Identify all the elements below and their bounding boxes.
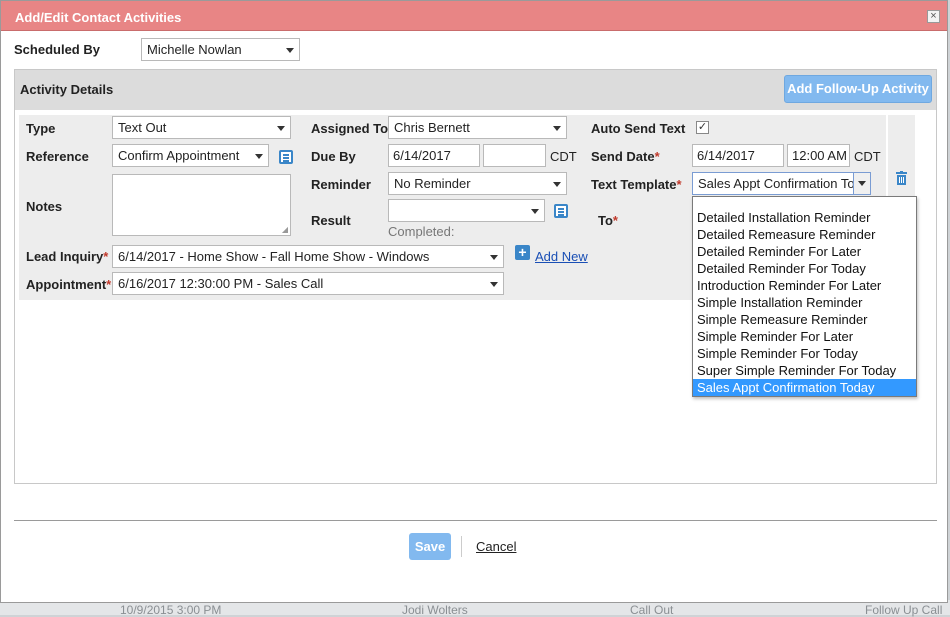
text-template-value: Sales Appt Confirmation Today [698,176,853,191]
type-select[interactable]: Text Out [112,116,291,139]
appointment-label: Appointment* [26,277,112,292]
add-follow-up-activity-button[interactable]: Add Follow-Up Activity [784,75,932,103]
trash-icon[interactable] [896,171,907,185]
dialog-titlebar: Add/Edit Contact Activities × [1,1,947,31]
reminder-value: No Reminder [394,176,471,191]
due-by-time-input[interactable] [483,144,546,167]
send-time-input[interactable]: 12:00 AM [787,144,850,167]
scheduled-by-value: Michelle Nowlan [147,42,242,57]
auto-send-text-label: Auto Send Text [591,121,686,136]
assigned-to-value: Chris Bernett [394,120,470,135]
add-edit-activity-dialog: Add/Edit Contact Activities × Scheduled … [0,0,948,603]
lead-inquiry-label: Lead Inquiry* [26,249,109,264]
save-button[interactable]: Save [409,533,451,560]
result-notes-icon[interactable] [550,202,568,220]
chevron-down-icon [490,255,498,260]
send-date-input[interactable]: 6/14/2017 [692,144,784,167]
dropdown-option[interactable]: Detailed Reminder For Today [693,260,916,277]
footer-separator [461,536,462,557]
activity-details-title: Activity Details [20,82,114,97]
chevron-down-icon [553,126,561,131]
dropdown-option-selected[interactable]: Sales Appt Confirmation Today [693,379,916,396]
appointment-value: 6/16/2017 12:30:00 PM - Sales Call [118,276,324,291]
chevron-down-icon [255,154,263,159]
reference-label: Reference [26,149,89,164]
due-by-date-input[interactable]: 6/14/2017 [388,144,480,167]
send-date-timezone: CDT [854,149,881,164]
close-icon[interactable]: × [927,10,940,23]
dropdown-option[interactable]: Detailed Reminder For Later [693,243,916,260]
due-by-timezone: CDT [550,149,577,164]
assigned-to-select[interactable]: Chris Bernett [388,116,567,139]
reference-select[interactable]: Confirm Appointment [112,144,269,167]
add-new-icon[interactable]: + [515,245,530,260]
cancel-link[interactable]: Cancel [476,539,516,554]
chevron-down-icon [490,282,498,287]
dropdown-option[interactable]: Simple Installation Reminder [693,294,916,311]
scheduled-by-label: Scheduled By [14,42,100,57]
chevron-down-icon [553,182,561,187]
text-template-dropdown-button[interactable] [853,173,870,194]
text-template-label: Text Template* [591,177,682,192]
text-template-select[interactable]: Sales Appt Confirmation Today [692,172,871,195]
dropdown-option[interactable]: Simple Reminder For Today [693,345,916,362]
activity-details-header: Activity Details Add Follow-Up Activity [15,70,936,110]
type-value: Text Out [118,120,167,135]
dropdown-option[interactable]: Super Simple Reminder For Today [693,362,916,379]
reference-notes-icon[interactable] [275,148,293,166]
reminder-label: Reminder [311,177,371,192]
dropdown-option[interactable]: Simple Reminder For Later [693,328,916,345]
notes-textarea[interactable]: ◢ [112,174,291,236]
scheduled-by-select[interactable]: Michelle Nowlan [141,38,300,61]
resize-grip-icon[interactable]: ◢ [282,225,288,234]
reminder-select[interactable]: No Reminder [388,172,567,195]
dialog-title: Add/Edit Contact Activities [15,10,182,25]
chevron-down-icon [286,48,294,53]
type-label: Type [26,121,56,136]
dropdown-option[interactable]: Introduction Reminder For Later [693,277,916,294]
reference-value: Confirm Appointment [118,148,240,163]
result-select[interactable] [388,199,545,222]
dropdown-option[interactable]: Detailed Installation Reminder [693,209,916,226]
text-template-dropdown-list: Detailed Installation Reminder Detailed … [692,196,917,397]
due-by-label: Due By [311,149,356,164]
lead-inquiry-select[interactable]: 6/14/2017 - Home Show - Fall Home Show -… [112,245,504,268]
chevron-down-icon [858,181,866,186]
assigned-to-label: Assigned To [311,121,389,136]
add-new-link[interactable]: Add New [535,249,588,264]
chevron-down-icon [277,126,285,131]
to-label: To* [598,213,618,228]
chevron-down-icon [531,209,539,214]
result-label: Result [311,213,351,228]
lead-inquiry-value: 6/14/2017 - Home Show - Fall Home Show -… [118,249,430,264]
appointment-select[interactable]: 6/16/2017 12:30:00 PM - Sales Call [112,272,504,295]
footer-divider [14,520,937,521]
dropdown-option[interactable]: Detailed Remeasure Reminder [693,226,916,243]
notes-label: Notes [26,199,63,214]
auto-send-text-checkbox[interactable]: ✓ [696,121,709,134]
send-date-label: Send Date* [591,149,660,164]
completed-label: Completed: [388,224,455,239]
dropdown-option[interactable]: Simple Remeasure Reminder [693,311,916,328]
